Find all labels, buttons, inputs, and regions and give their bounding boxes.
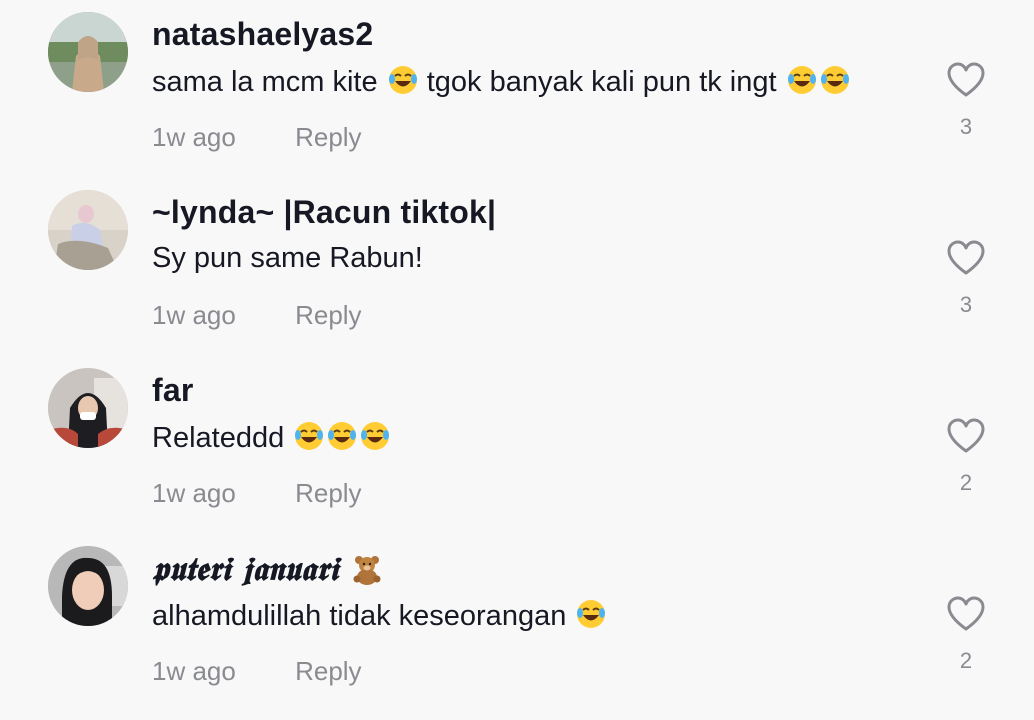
username[interactable]: ~lynda~ |Racun tiktok| [152,194,496,231]
joy-emoji [819,64,851,96]
joy-emoji [786,64,818,96]
reply-button[interactable]: Reply [295,300,361,330]
heart-outline-icon[interactable] [946,240,986,276]
joy-emoji [359,420,391,452]
joy-emoji [326,420,358,452]
comment-meta: 1w ago Reply [152,478,362,509]
comment-text-part: alhamdulillah tidak keseorangan [152,600,567,632]
comment-text-part: tgok banyak kali pun tk ingt [426,66,777,98]
comment-meta: 1w ago Reply [152,300,362,331]
comment-meta: 1w ago Reply [152,656,362,687]
comment-text: Sy pun same Rabun! [152,242,423,274]
reply-button[interactable]: Reply [295,122,361,152]
comment-text: Relateddd [152,420,391,455]
avatar[interactable] [48,12,128,92]
comment-text: alhamdulillah tidak keseorangan [152,598,607,633]
timestamp: 1w ago [152,656,236,686]
like-count: 3 [959,292,973,317]
username[interactable]: far [152,372,194,409]
username[interactable]: 𝖕𝖚𝖙𝖊𝖗𝖎 𝖏𝖆𝖓𝖚𝖆𝖗𝖎 [152,550,383,589]
comment-item: natashaelyas2 sama la mcm kite tgok bany… [0,0,1034,178]
username[interactable]: natashaelyas2 [152,16,373,53]
username-text: 𝖕𝖚𝖙𝖊𝖗𝖎 𝖏𝖆𝖓𝖚𝖆𝖗𝖎 [152,550,339,588]
comment-list: natashaelyas2 sama la mcm kite tgok bany… [0,0,1034,720]
joy-emoji [387,64,419,96]
comment-text-part: sama la mcm kite [152,66,378,98]
heart-outline-icon[interactable] [946,62,986,98]
comment-text: sama la mcm kite tgok banyak kali pun tk… [152,64,851,99]
comment-item: 𝖕𝖚𝖙𝖊𝖗𝖎 𝖏𝖆𝖓𝖚𝖆𝖗𝖎 alhamdulillah tidak keseo… [0,534,1034,712]
joy-emoji [575,598,607,630]
comment-item: ~lynda~ |Racun tiktok| Sy pun same Rabun… [0,178,1034,356]
heart-outline-icon[interactable] [946,418,986,454]
comment-meta: 1w ago Reply [152,122,362,153]
timestamp: 1w ago [152,478,236,508]
avatar[interactable] [48,190,128,270]
like-count: 3 [959,114,973,139]
joy-emoji [293,420,325,452]
comment-text-part: Relateddd [152,422,285,454]
like-count: 2 [959,648,973,673]
heart-outline-icon[interactable] [946,596,986,632]
teddy-bear-emoji [351,553,383,585]
like-count: 2 [959,470,973,495]
avatar[interactable] [48,368,128,448]
comment-item: far Relateddd 1w ago Reply 2 [0,356,1034,534]
timestamp: 1w ago [152,300,236,330]
avatar[interactable] [48,546,128,626]
timestamp: 1w ago [152,122,236,152]
reply-button[interactable]: Reply [295,478,361,508]
reply-button[interactable]: Reply [295,656,361,686]
